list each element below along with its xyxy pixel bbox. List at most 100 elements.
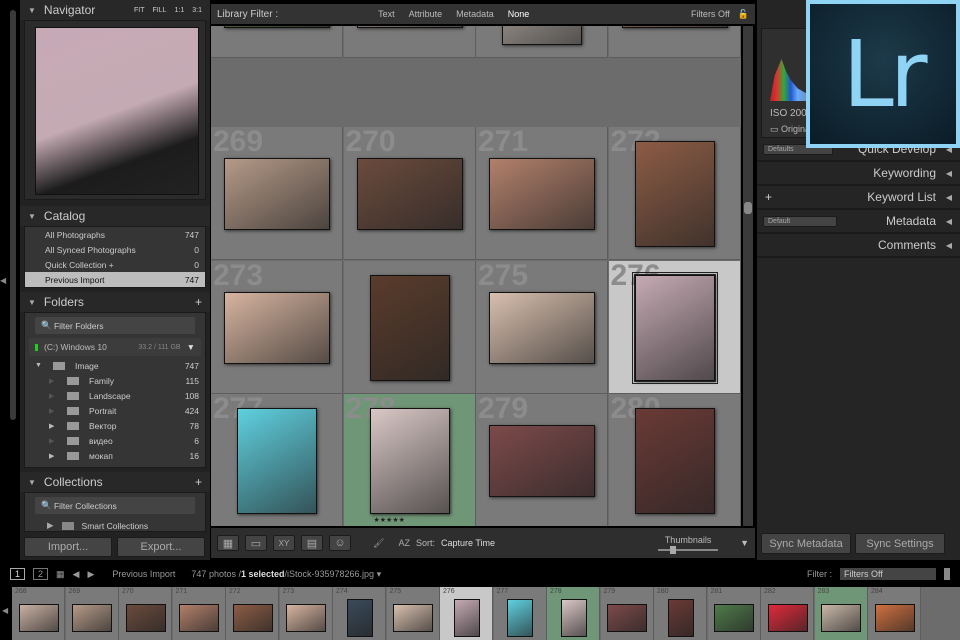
navigator-header[interactable]: ▼ Navigator FIT FILL 1:1 3:1 <box>20 0 210 20</box>
keywording-header[interactable]: Keywording <box>757 162 960 186</box>
grid-cell[interactable]: 273 <box>211 259 343 394</box>
grid-cell[interactable]: 275 <box>476 259 608 394</box>
comments-header[interactable]: Comments <box>757 234 960 258</box>
loupe-view-icon[interactable]: ▭ <box>245 535 267 551</box>
filmstrip-item[interactable]: 276 <box>440 587 493 640</box>
zoom-option[interactable]: 3:1 <box>192 7 202 14</box>
navigator-preview[interactable] <box>24 20 206 200</box>
grid-cell[interactable]: 278★★★★★ <box>343 392 476 526</box>
grid-cell[interactable]: 271 <box>476 125 608 260</box>
volume-menu-icon[interactable]: ▼ <box>187 342 195 352</box>
filmstrip-item[interactable]: 277 <box>493 587 547 640</box>
grid-view-icon[interactable]: ▦ <box>217 535 239 551</box>
source-label[interactable]: Previous Import <box>112 569 175 579</box>
filmstrip-item[interactable]: 281 <box>707 587 761 640</box>
filmstrip-item[interactable]: 273 <box>279 587 333 640</box>
grid-cell[interactable] <box>343 261 476 394</box>
grid-cell[interactable]: 277 <box>211 392 343 526</box>
expand-triangle-icon[interactable]: ▶ <box>49 377 61 385</box>
sync-settings-button[interactable]: Sync Settings <box>855 533 945 554</box>
catalog-item[interactable]: Previous Import 747 <box>25 272 205 287</box>
star-rating[interactable]: ★★★★★ <box>374 516 405 524</box>
folders-header[interactable]: ▼ Folders + <box>20 292 210 312</box>
photo-thumbnail[interactable] <box>356 157 463 230</box>
grid-cell[interactable]: 280 <box>608 392 741 526</box>
metadata-header[interactable]: Default Metadata <box>757 210 960 234</box>
folder-item[interactable]: ▶ видео 6 <box>25 433 205 448</box>
filmstrip-item[interactable]: 283 <box>814 587 868 640</box>
back-arrow-icon[interactable]: ◀ <box>73 569 80 580</box>
primary-display-button[interactable]: 1 <box>10 568 26 580</box>
zoom-option[interactable]: FIT <box>134 7 145 14</box>
photo-thumbnail[interactable] <box>369 407 450 514</box>
folder-item[interactable]: ▶ Portrait 424 <box>25 403 205 418</box>
folder-item[interactable]: ▼ Image 747 <box>25 358 205 373</box>
metadata-preset-select[interactable]: Default <box>763 215 837 227</box>
photo-thumbnail[interactable] <box>621 26 728 28</box>
filmstrip-item[interactable]: 271 <box>172 587 226 640</box>
filmstrip-filter-select[interactable]: Filters Off <box>840 568 936 580</box>
filter-folders-input[interactable]: 🔍 Filter Folders <box>35 317 195 334</box>
filmstrip-item[interactable]: 274 <box>333 587 386 640</box>
catalog-header[interactable]: ▼ Catalog <box>20 206 210 226</box>
filmstrip-item[interactable]: 282 <box>761 587 814 640</box>
lock-icon[interactable]: 🔓 <box>738 9 749 20</box>
filter-tab-metadata[interactable]: Metadata <box>456 9 494 19</box>
filmstrip-item[interactable]: 280 <box>654 587 707 640</box>
catalog-item[interactable]: Quick Collection + 0 <box>25 257 205 272</box>
painter-icon[interactable]: 🖌 <box>373 538 384 549</box>
photo-thumbnail[interactable] <box>634 140 715 247</box>
zoom-option[interactable]: FILL <box>153 7 167 14</box>
grid-scrollbar[interactable] <box>743 26 753 526</box>
secondary-display-button[interactable]: 2 <box>33 568 49 580</box>
catalog-item[interactable]: All Photographs 747 <box>25 227 205 242</box>
filter-tab-text[interactable]: Text <box>378 9 395 19</box>
expand-triangle-icon[interactable]: ▶ <box>49 452 61 460</box>
expand-triangle-icon[interactable]: ▶ <box>49 407 61 415</box>
filter-lock-switch[interactable] <box>944 568 950 580</box>
sync-metadata-button[interactable]: Sync Metadata <box>761 533 851 554</box>
catalog-item[interactable]: All Synced Photographs 0 <box>25 242 205 257</box>
collapse-left-panel-icon[interactable]: ◀ <box>0 276 6 285</box>
photo-thumbnail[interactable] <box>489 291 595 364</box>
add-folder-icon[interactable]: + <box>195 295 202 309</box>
compare-view-icon[interactable]: XY <box>273 535 295 551</box>
zoom-option[interactable]: 1:1 <box>175 7 185 14</box>
expanded-triangle-icon[interactable]: ▼ <box>35 362 47 369</box>
left-scrollbar[interactable] <box>10 10 16 420</box>
folder-item[interactable]: ▶ Landscape 108 <box>25 388 205 403</box>
grid-cell[interactable] <box>608 26 741 58</box>
thumbnail-size-slider[interactable] <box>658 546 719 554</box>
filter-tab-none[interactable]: None <box>508 9 530 19</box>
forward-arrow-icon[interactable]: ▶ <box>87 569 94 580</box>
photo-thumbnail[interactable] <box>369 274 450 381</box>
folder-item[interactable]: ▶ Вектор 78 <box>25 418 205 433</box>
photo-thumbnail[interactable] <box>489 157 595 230</box>
sort-direction-icon[interactable]: AZ <box>398 538 410 548</box>
photo-thumbnail[interactable] <box>224 291 330 364</box>
expand-triangle-icon[interactable]: ▶ <box>49 422 61 430</box>
filter-tab-attribute[interactable]: Attribute <box>409 9 443 19</box>
filmstrip-item[interactable]: 268 <box>12 587 65 640</box>
folder-item[interactable]: ▶ Family 115 <box>25 373 205 388</box>
import-button[interactable]: Import... <box>24 537 112 557</box>
grid-cell[interactable] <box>211 26 343 58</box>
filter-preset[interactable]: Filters Off <box>691 9 730 19</box>
slider-handle[interactable] <box>670 546 677 554</box>
filmstrip-item[interactable]: 279 <box>600 587 654 640</box>
photo-thumbnail[interactable] <box>631 271 718 384</box>
filmstrip-scroll-left-icon[interactable]: ◀ <box>2 606 8 615</box>
expand-triangle-icon[interactable]: ▶ <box>49 437 61 445</box>
toolbar-menu-icon[interactable]: ▼ <box>740 538 749 548</box>
scroll-thumb[interactable] <box>744 202 752 214</box>
filmstrip-item[interactable]: 284 <box>868 587 921 640</box>
volume-row[interactable]: (C:) Windows 10 33.2 / 111 GB ▼ <box>29 338 201 356</box>
add-collection-icon[interactable]: + <box>195 475 202 489</box>
photo-thumbnail[interactable] <box>224 26 330 28</box>
filmstrip-item[interactable]: 270 <box>119 587 172 640</box>
grid-cell[interactable] <box>343 26 476 58</box>
photo-thumbnail[interactable] <box>634 407 715 514</box>
photo-thumbnail[interactable] <box>356 26 463 28</box>
photo-thumbnail[interactable] <box>224 157 330 230</box>
filmstrip-item[interactable]: 275 <box>386 587 440 640</box>
